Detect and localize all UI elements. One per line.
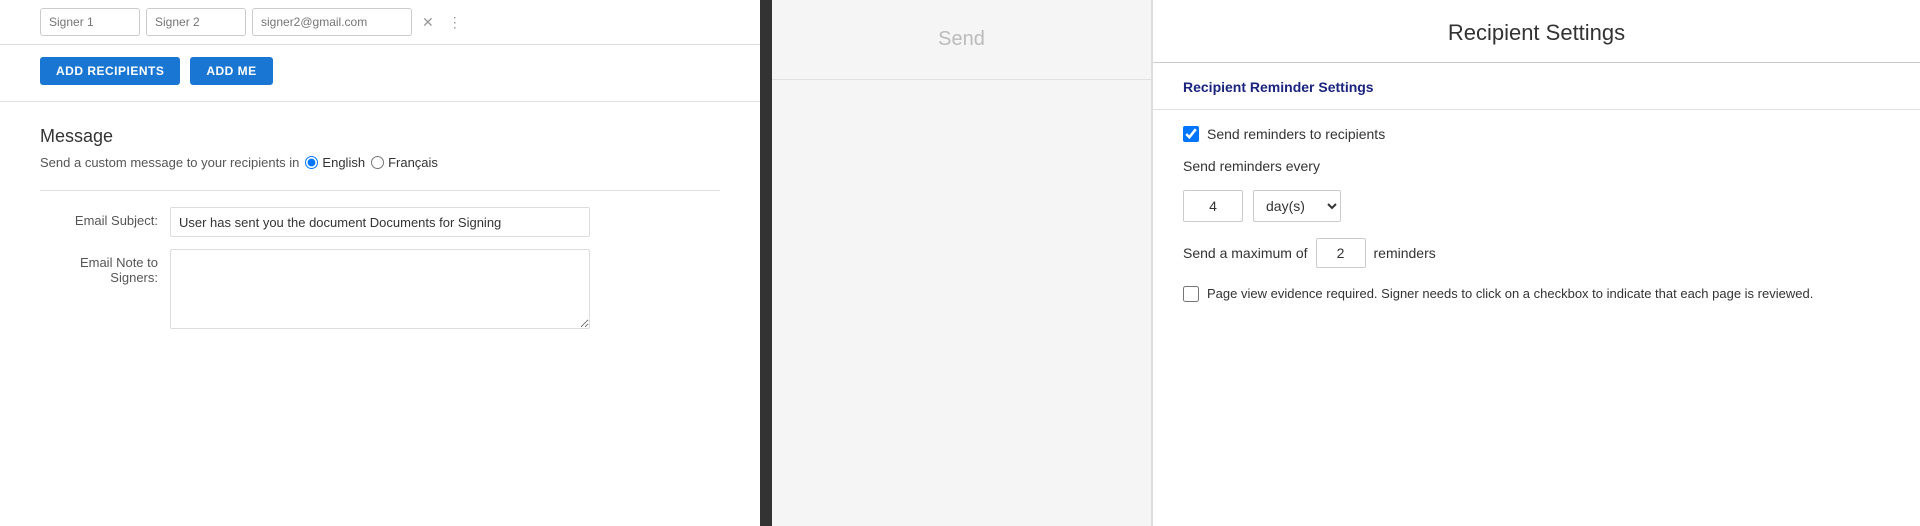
send-reminders-row: Send reminders to recipients: [1153, 126, 1920, 158]
send-reminders-checkbox[interactable]: [1183, 126, 1199, 142]
interval-unit-select[interactable]: day(s) week(s): [1253, 190, 1341, 222]
francais-radio[interactable]: [371, 156, 384, 169]
center-content: [772, 80, 1151, 526]
francais-radio-label[interactable]: Français: [371, 155, 438, 170]
send-every-label: Send reminders every: [1183, 158, 1320, 174]
recipient-role-input[interactable]: [146, 8, 246, 36]
page-view-checkbox[interactable]: [1183, 286, 1199, 302]
send-area: Send: [772, 0, 1151, 80]
language-description: Send a custom message to your recipients…: [40, 155, 299, 170]
email-note-row: Email Note to Signers:: [40, 249, 720, 329]
language-row: Send a custom message to your recipients…: [40, 155, 720, 170]
reminder-interval-row: Send reminders every: [1153, 158, 1920, 190]
panel-divider: [760, 0, 772, 526]
email-subject-row: Email Subject:: [40, 207, 720, 237]
buttons-row: ADD RECIPIENTS ADD ME: [0, 45, 760, 102]
max-reminders-suffix: reminders: [1374, 245, 1436, 261]
max-reminders-prefix: Send a maximum of: [1183, 245, 1308, 261]
reminder-section-title: Recipient Reminder Settings: [1153, 79, 1920, 109]
send-reminders-label[interactable]: Send reminders to recipients: [1207, 126, 1385, 142]
email-subject-label: Email Subject:: [40, 207, 170, 228]
english-radio-label[interactable]: English: [305, 155, 365, 170]
recipient-input-group: ✕ ⋮: [40, 8, 720, 36]
remove-recipient-button[interactable]: ✕: [418, 12, 438, 33]
recipient-settings-title: Recipient Settings: [1153, 0, 1920, 62]
max-reminders-row: Send a maximum of reminders: [1153, 238, 1920, 284]
add-recipients-button[interactable]: ADD RECIPIENTS: [40, 57, 180, 85]
francais-label: Français: [388, 155, 438, 170]
left-panel: ✕ ⋮ ADD RECIPIENTS ADD ME Message Send a…: [0, 0, 760, 526]
reminder-interval-input[interactable]: [1183, 190, 1243, 222]
add-me-button[interactable]: ADD ME: [190, 57, 272, 85]
title-divider: [1153, 62, 1920, 63]
max-reminders-input[interactable]: [1316, 238, 1366, 268]
settings-recipient-button[interactable]: ⋮: [444, 12, 466, 33]
english-label: English: [322, 155, 365, 170]
center-panel: Send: [772, 0, 1152, 526]
message-section: Message Send a custom message to your re…: [0, 102, 760, 526]
recipient-name-input[interactable]: [40, 8, 140, 36]
reminder-controls-row: day(s) week(s): [1153, 190, 1920, 238]
page-view-label[interactable]: Page view evidence required. Signer need…: [1207, 284, 1813, 304]
email-subject-input[interactable]: [170, 207, 590, 237]
email-note-label: Email Note to Signers:: [40, 249, 170, 285]
email-note-textarea[interactable]: [170, 249, 590, 329]
page-view-row: Page view evidence required. Signer need…: [1153, 284, 1920, 316]
section-divider: [1153, 109, 1920, 110]
right-panel: Recipient Settings Recipient Reminder Se…: [1152, 0, 1920, 526]
message-divider: [40, 190, 720, 191]
send-label: Send: [938, 28, 985, 51]
english-radio[interactable]: [305, 156, 318, 169]
message-title: Message: [40, 126, 720, 147]
recipient-email-input[interactable]: [252, 8, 412, 36]
recipients-row: ✕ ⋮: [0, 0, 760, 45]
